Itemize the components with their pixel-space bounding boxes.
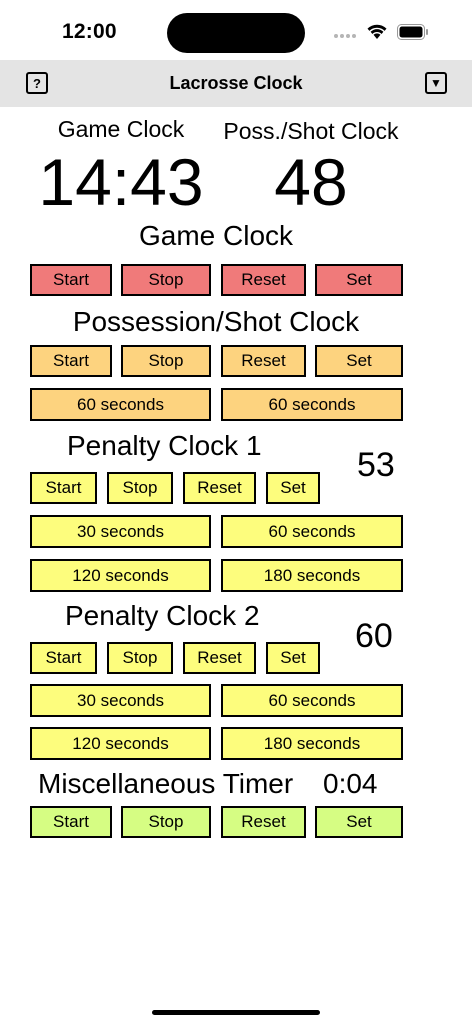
status-bar: 12:00 — [0, 0, 472, 60]
misc-timer-display: 0:04 — [323, 768, 378, 799]
shot-stop-button[interactable]: Stop — [121, 345, 211, 377]
shot-set-button[interactable]: Set — [315, 345, 403, 377]
penalty-1-title: Penalty Clock 1 — [67, 430, 262, 461]
game-stop-button[interactable]: Stop — [121, 264, 211, 296]
shot-clock-section-title: Possession/Shot Clock — [72, 306, 360, 337]
penalty-2-30s-button[interactable]: 30 seconds — [30, 684, 211, 717]
penalty-1-reset-button[interactable]: Reset — [183, 472, 256, 504]
game-clock-display: 14:43 — [38, 145, 204, 219]
penalty-1-stop-button[interactable]: Stop — [107, 472, 173, 504]
wifi-icon — [367, 24, 387, 39]
penalty-2-title: Penalty Clock 2 — [65, 600, 260, 631]
shot-preset-60-b-button[interactable]: 60 seconds — [221, 388, 403, 421]
penalty-1-180s-button[interactable]: 180 seconds — [221, 559, 403, 592]
game-clock-label: Game Clock — [57, 116, 185, 142]
penalty-2-60s-button[interactable]: 60 seconds — [221, 684, 403, 717]
penalty-2-set-button[interactable]: Set — [266, 642, 320, 674]
penalty-2-stop-button[interactable]: Stop — [107, 642, 173, 674]
shot-start-button[interactable]: Start — [30, 345, 112, 377]
penalty-2-reset-button[interactable]: Reset — [183, 642, 256, 674]
misc-stop-button[interactable]: Stop — [121, 806, 211, 838]
shot-clock-label: Poss./Shot Clock — [223, 118, 399, 144]
penalty-1-start-button[interactable]: Start — [30, 472, 97, 504]
penalty-2-start-button[interactable]: Start — [30, 642, 97, 674]
misc-start-button[interactable]: Start — [30, 806, 112, 838]
cellular-signal-icon — [334, 34, 356, 38]
penalty-1-set-button[interactable]: Set — [266, 472, 320, 504]
penalty-1-60s-button[interactable]: 60 seconds — [221, 515, 403, 548]
game-set-button[interactable]: Set — [315, 264, 403, 296]
home-indicator[interactable] — [152, 1010, 320, 1015]
penalty-1-30s-button[interactable]: 30 seconds — [30, 515, 211, 548]
battery-icon — [397, 24, 428, 40]
penalty-2-display: 60 — [355, 617, 393, 655]
shot-preset-60-a-button[interactable]: 60 seconds — [30, 388, 211, 421]
penalty-2-120s-button[interactable]: 120 seconds — [30, 727, 211, 760]
shot-reset-button[interactable]: Reset — [221, 345, 306, 377]
misc-timer-title: Miscellaneous Timer — [38, 768, 294, 799]
dropdown-menu-icon[interactable]: ▼ — [425, 72, 447, 94]
penalty-1-120s-button[interactable]: 120 seconds — [30, 559, 211, 592]
dynamic-island — [167, 13, 305, 53]
penalty-1-display: 53 — [357, 446, 395, 484]
game-clock-section-title: Game Clock — [138, 220, 294, 251]
page-title: Lacrosse Clock — [169, 73, 303, 93]
status-time: 12:00 — [62, 20, 117, 43]
misc-set-button[interactable]: Set — [315, 806, 403, 838]
penalty-2-180s-button[interactable]: 180 seconds — [221, 727, 403, 760]
game-reset-button[interactable]: Reset — [221, 264, 306, 296]
navigation-bar: ? Lacrosse Clock ▼ — [0, 60, 472, 107]
misc-reset-button[interactable]: Reset — [221, 806, 306, 838]
game-start-button[interactable]: Start — [30, 264, 112, 296]
shot-clock-display: 48 — [274, 145, 348, 219]
